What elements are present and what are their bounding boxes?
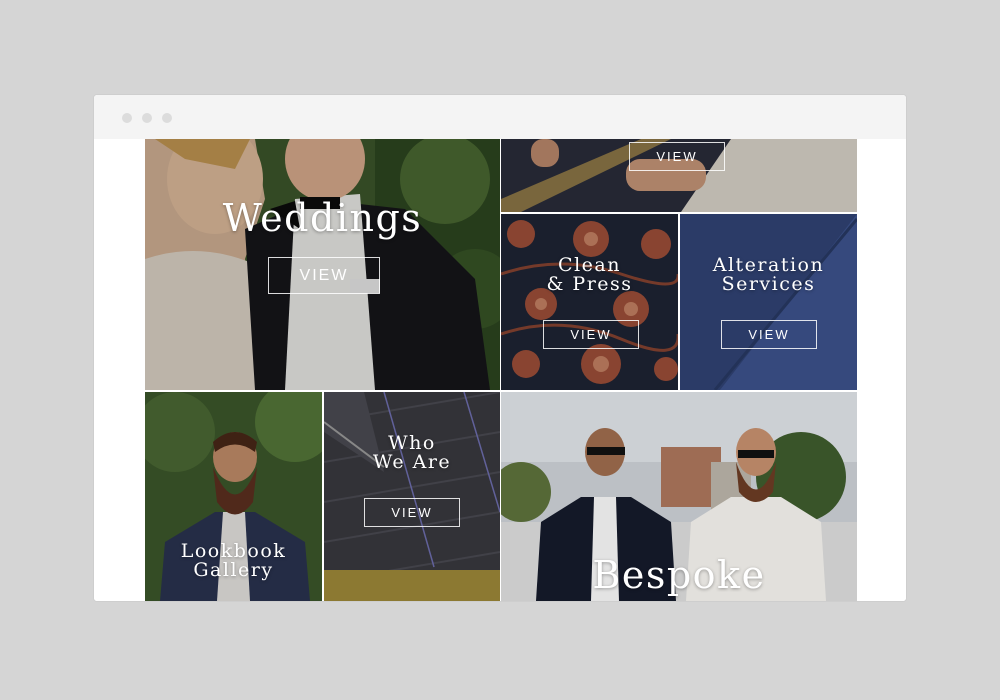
- weddings-view-button[interactable]: VIEW: [268, 257, 380, 294]
- tile-who-we-are[interactable]: Who We Are VIEW: [324, 392, 500, 601]
- browser-window: Weddings VIEW VIEW Clean & Press VIEW Al…: [94, 95, 906, 601]
- clean-press-title: Clean & Press: [546, 254, 633, 295]
- alteration-services-view-button[interactable]: VIEW: [721, 320, 817, 349]
- weddings-title: Weddings: [222, 196, 423, 240]
- tile-lookbook-gallery[interactable]: Lookbook Gallery: [145, 392, 322, 601]
- bespoke-title: Bespoke: [592, 553, 766, 597]
- tile-weddings[interactable]: Weddings VIEW: [145, 139, 500, 390]
- tile-clean-press[interactable]: Clean & Press VIEW: [501, 214, 678, 390]
- clean-press-view-button[interactable]: VIEW: [543, 320, 639, 349]
- window-close-dot[interactable]: [122, 113, 132, 123]
- page-content: Weddings VIEW VIEW Clean & Press VIEW Al…: [94, 139, 906, 601]
- lookbook-gallery-title: Lookbook Gallery: [180, 540, 287, 581]
- window-maximize-dot[interactable]: [162, 113, 172, 123]
- tile-top-right[interactable]: VIEW: [501, 139, 857, 212]
- tile-bespoke[interactable]: Bespoke: [501, 392, 857, 601]
- window-minimize-dot[interactable]: [142, 113, 152, 123]
- top-right-view-button[interactable]: VIEW: [629, 142, 725, 171]
- who-we-are-title: Who We Are: [372, 432, 452, 473]
- who-we-are-view-button[interactable]: VIEW: [364, 498, 460, 527]
- alteration-services-title: Alteration Services: [712, 254, 825, 295]
- tile-alteration-services[interactable]: Alteration Services VIEW: [680, 214, 857, 390]
- browser-title-bar: [94, 95, 906, 139]
